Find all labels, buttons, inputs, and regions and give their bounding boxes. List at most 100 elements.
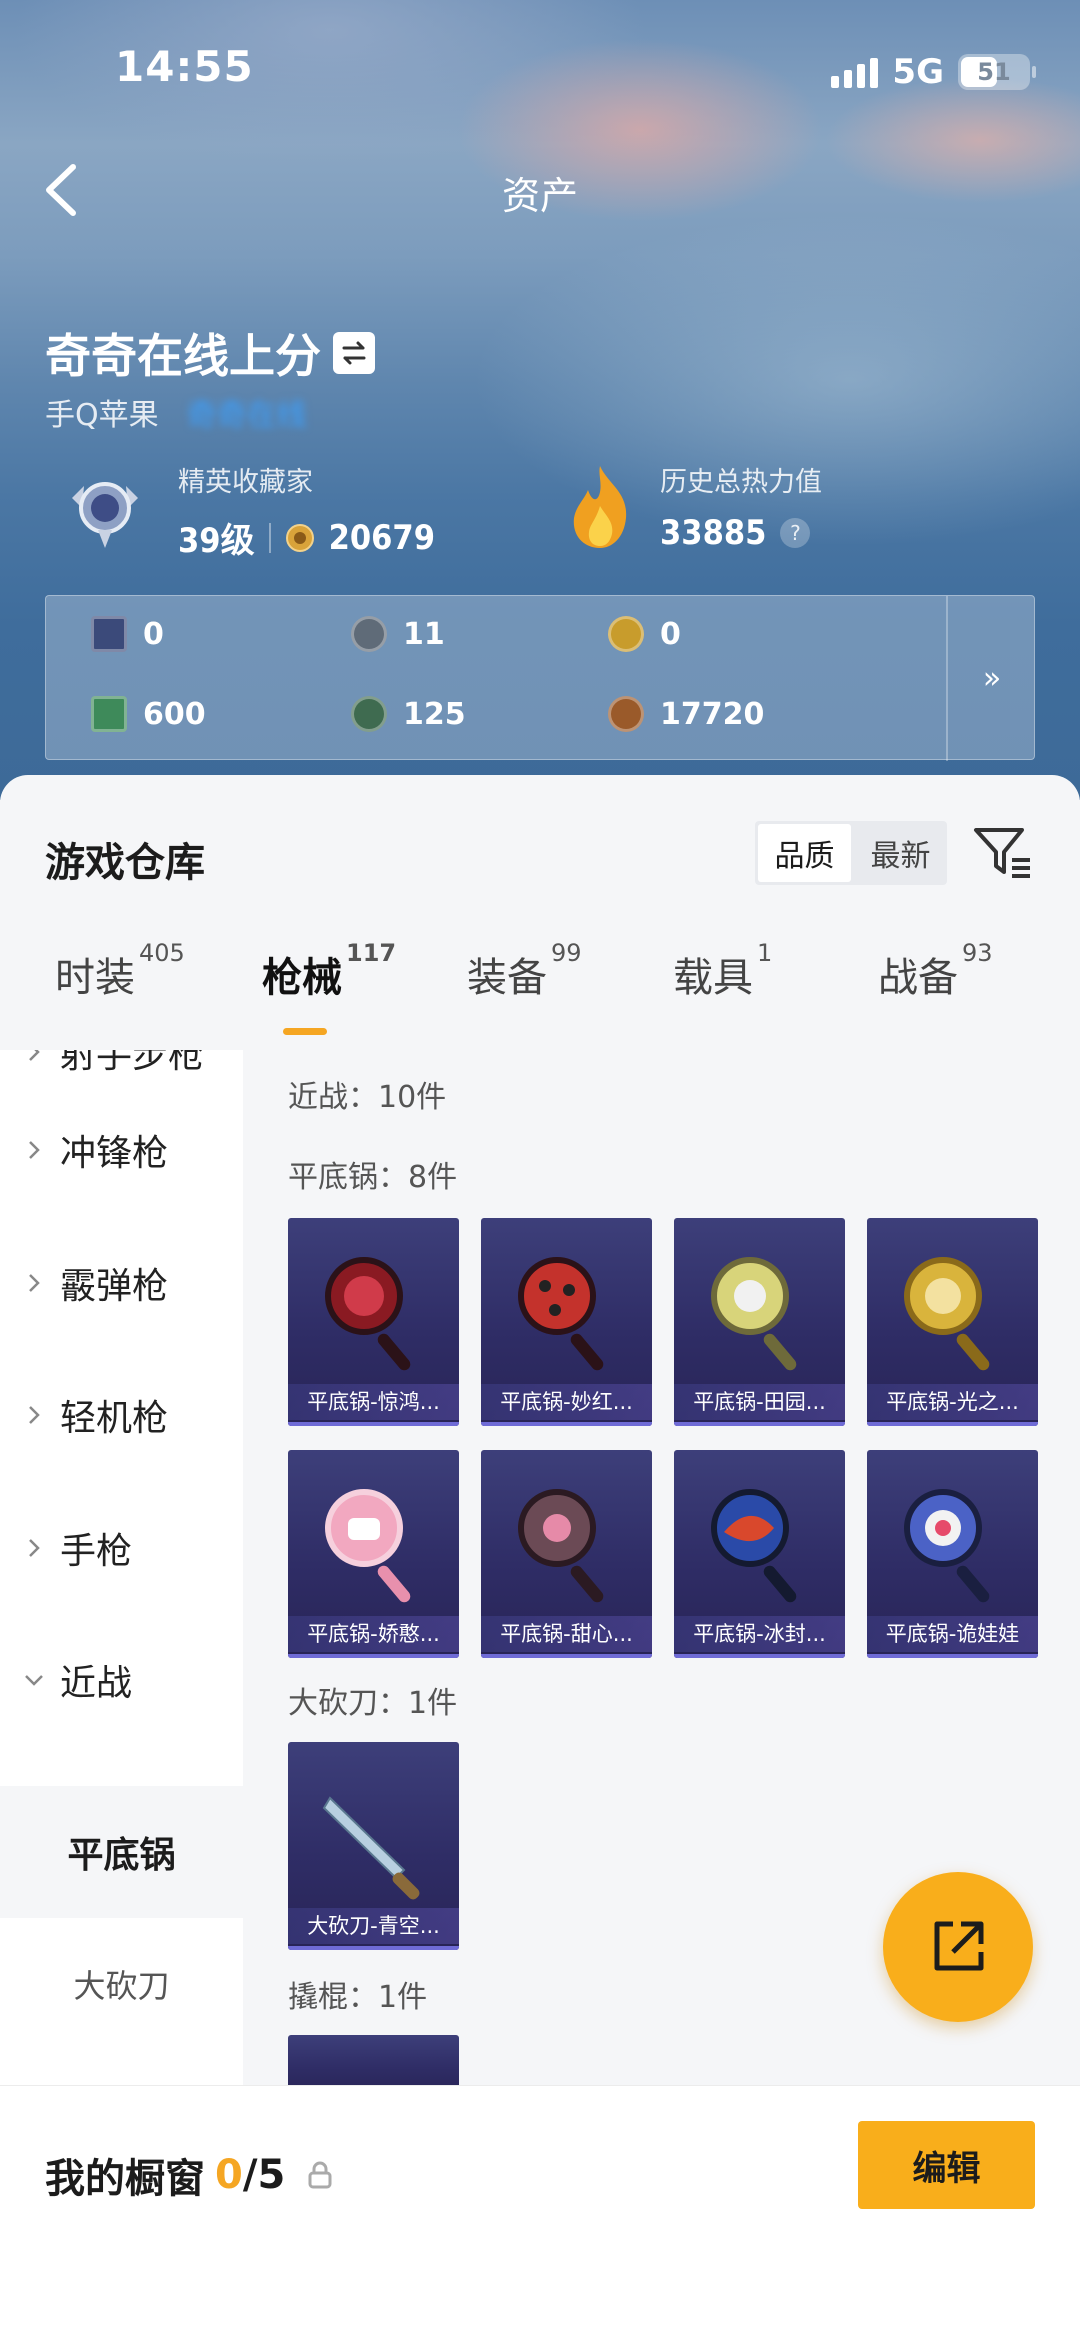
- edit-button[interactable]: 编辑: [858, 2121, 1035, 2209]
- currency-panel: 0 11 0 600 125 17720 »: [45, 595, 1036, 761]
- switch-account-icon[interactable]: [333, 332, 375, 374]
- tab-count: 93: [962, 939, 993, 967]
- tab-label: 装备: [467, 955, 547, 1001]
- expand-currencies-button[interactable]: »: [948, 596, 1036, 761]
- item-name: 平底锅-娇憨...: [288, 1616, 459, 1652]
- side-item-shotgun[interactable]: 霰弹枪: [0, 1243, 243, 1323]
- side-item-melee[interactable]: 近战: [0, 1640, 243, 1720]
- side-item-label: 射手步枪: [60, 1050, 205, 1076]
- item-name: 大砍刀-青空...: [288, 1908, 459, 1944]
- item-name: 平底锅-诡娃娃: [867, 1616, 1038, 1652]
- item-card[interactable]: 平底锅-冰封...: [674, 1450, 845, 1658]
- currency-item: 0: [608, 616, 681, 652]
- showcase-bar: 我的橱窗 0/5 编辑: [0, 2085, 1080, 2337]
- frying-pan-icon: [711, 1257, 797, 1371]
- currency-value: 125: [403, 696, 466, 732]
- status-time: 14:55: [115, 42, 254, 91]
- status-icons: 5G 51: [831, 50, 1036, 94]
- collector-points: 20679: [328, 517, 435, 558]
- active-tab-indicator: [283, 1028, 327, 1035]
- showcase-label: 我的橱窗 0/5: [45, 2146, 333, 2204]
- account-info: 手Q苹果 奇奇在线: [45, 390, 307, 434]
- category-tabs: 时装405 枪械117 装备99 载具1 战备93: [0, 915, 1080, 1005]
- filter-icon: [974, 828, 1030, 878]
- coin-silver-icon: [351, 616, 387, 652]
- item-card[interactable]: [288, 2035, 459, 2085]
- side-item-marksman-rifle[interactable]: 射手步枪: [0, 1050, 243, 1082]
- item-card[interactable]: 大砍刀-青空...: [288, 1742, 459, 1950]
- signal-icon: [831, 56, 879, 88]
- currency-item: 17720: [608, 696, 764, 732]
- warehouse-title: 游戏仓库: [45, 840, 205, 886]
- currency-value: 0: [143, 616, 164, 652]
- share-icon: [934, 1921, 984, 1971]
- filter-button[interactable]: [970, 820, 1036, 886]
- coin-bronze-icon: [608, 696, 644, 732]
- share-button[interactable]: [883, 1872, 1033, 2022]
- machete-icon: [322, 1796, 420, 1900]
- sort-by-newest[interactable]: 最新: [854, 821, 947, 885]
- showcase-title: 我的橱窗: [45, 2156, 205, 2202]
- chevron-right-icon: [29, 1050, 40, 1061]
- tab-costume[interactable]: 时装405: [55, 939, 185, 1003]
- tab-supplies[interactable]: 战备93: [878, 939, 993, 1003]
- item-card[interactable]: 平底锅-娇憨...: [288, 1450, 459, 1658]
- currency-item: 600: [91, 696, 206, 732]
- player-level: 39级: [178, 521, 255, 561]
- chevron-right-icon: [29, 1539, 40, 1557]
- heat-stat: 历史总热力值 33885 ?: [562, 460, 822, 553]
- sort-toggle: 品质 最新: [755, 821, 947, 885]
- item-card[interactable]: 平底锅-惊鸿...: [288, 1218, 459, 1426]
- frying-pan-icon: [325, 1257, 411, 1371]
- side-item-pan[interactable]: 平底锅: [0, 1786, 243, 1918]
- sort-by-quality[interactable]: 品质: [758, 824, 851, 882]
- side-item-label: 手枪: [60, 1531, 133, 1572]
- account-tag: 奇奇在线: [186, 398, 307, 433]
- ticket-green-icon: [91, 696, 127, 732]
- tab-count: 1: [757, 939, 773, 967]
- tab-count: 117: [346, 939, 397, 967]
- tab-label: 枪械: [262, 955, 342, 1001]
- tab-count: 99: [551, 939, 582, 967]
- collector-label: 精英收藏家: [178, 467, 313, 498]
- currency-value: 0: [660, 616, 681, 652]
- item-card[interactable]: 平底锅-光之...: [867, 1218, 1038, 1426]
- frying-pan-icon: [904, 1257, 990, 1371]
- chevron-right-icon: [29, 1406, 40, 1424]
- tab-label: 战备: [878, 955, 958, 1001]
- item-card[interactable]: 平底锅-诡娃娃: [867, 1450, 1038, 1658]
- tab-vehicles[interactable]: 载具1: [673, 939, 772, 1003]
- gem-green-icon: [351, 696, 387, 732]
- side-item-machete[interactable]: 大砍刀: [0, 1918, 243, 2050]
- chevron-right-icon: [29, 1141, 40, 1159]
- currency-item: 0: [91, 616, 164, 652]
- points-badge-icon: [285, 523, 314, 552]
- help-icon[interactable]: ?: [780, 518, 811, 548]
- side-item-label: 轻机枪: [60, 1398, 169, 1439]
- side-item-lmg[interactable]: 轻机枪: [0, 1375, 243, 1455]
- side-item-pistol[interactable]: 手枪: [0, 1508, 243, 1588]
- currency-value: 600: [143, 696, 206, 732]
- item-card[interactable]: 平底锅-田园...: [674, 1218, 845, 1426]
- group-title-pan: 平底锅：8件: [288, 1160, 458, 1195]
- frying-pan-icon: [518, 1257, 604, 1371]
- lock-icon: [308, 2161, 332, 2189]
- network-type: 5G: [892, 52, 944, 92]
- currency-value: 17720: [660, 696, 765, 732]
- flame-icon: [573, 465, 627, 548]
- currency-item: 11: [351, 616, 445, 652]
- tab-weapons[interactable]: 枪械117: [262, 939, 396, 1003]
- tab-equipment[interactable]: 装备99: [467, 939, 582, 1003]
- swap-arrows-icon: [342, 341, 366, 365]
- item-card[interactable]: 平底锅-甜心...: [481, 1450, 652, 1658]
- side-item-smg[interactable]: 冲锋枪: [0, 1110, 243, 1190]
- heat-label: 历史总热力值: [660, 467, 822, 498]
- tab-label: 时装: [55, 955, 135, 1001]
- tab-count: 405: [139, 939, 185, 967]
- heat-value: 33885: [660, 513, 767, 553]
- showcase-count: 0: [215, 2152, 243, 2198]
- item-name: 平底锅-田园...: [674, 1384, 845, 1420]
- item-card[interactable]: 平底锅-妙红...: [481, 1218, 652, 1426]
- item-name: 平底锅-冰封...: [674, 1616, 845, 1652]
- double-chevron-right-icon: »: [982, 661, 1002, 696]
